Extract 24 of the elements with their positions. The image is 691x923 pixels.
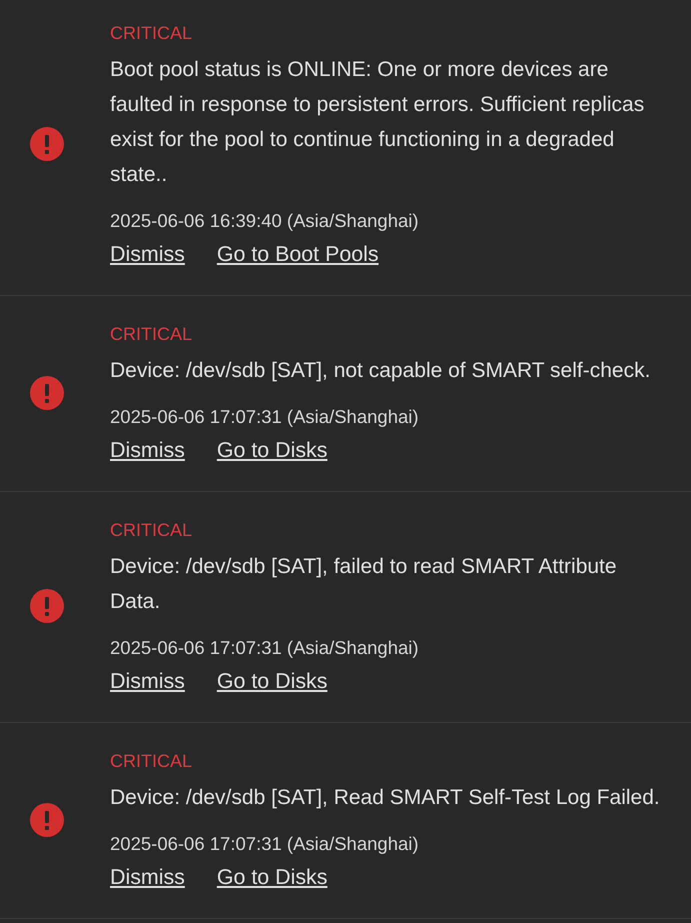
navigate-link[interactable]: Go to Disks — [216, 864, 328, 890]
alert-message: Boot pool status is ONLINE: One or more devices are faulted in response to persistent errors. Sufficient replicas exist for the pool to continue functioning in a degraded state.. — [110, 57, 646, 188]
error-icon — [30, 802, 64, 836]
navigate-link[interactable]: Go to Disks — [216, 437, 328, 463]
alert-timestamp: 2025-06-06 17:07:31 (Asia/Shanghai) — [110, 636, 420, 660]
alert-timestamp: 2025-06-06 16:39:40 (Asia/Shanghai) — [110, 209, 420, 233]
dismiss-link[interactable]: Dismiss — [110, 864, 185, 890]
error-icon — [30, 589, 64, 623]
alert-timestamp: 2025-06-06 17:07:31 (Asia/Shanghai) — [110, 405, 420, 429]
error-icon — [30, 127, 64, 161]
dismiss-link[interactable]: Dismiss — [110, 241, 185, 267]
alert-message: Device: /dev/sdb [SAT], Read SMART Self-Test Log Failed. — [110, 785, 661, 811]
error-icon — [30, 376, 64, 410]
alert-message: Device: /dev/sdb [SAT], failed to read SMART Attribute Data. — [110, 554, 618, 615]
navigate-link[interactable]: Go to Disks — [216, 668, 328, 694]
alert-timestamp: 2025-06-06 17:07:31 (Asia/Shanghai) — [110, 832, 420, 856]
alert-severity: CRITICAL — [110, 519, 194, 542]
navigate-link[interactable]: Go to Boot Pools — [216, 241, 379, 267]
alert-severity: CRITICAL — [110, 750, 194, 773]
dismiss-link[interactable]: Dismiss — [110, 668, 185, 694]
alert-message: Device: /dev/sdb [SAT], not capable of SMART self-check. — [110, 358, 652, 384]
alert-severity: CRITICAL — [110, 22, 194, 45]
alert-severity: CRITICAL — [110, 323, 194, 346]
dismiss-link[interactable]: Dismiss — [110, 437, 185, 463]
